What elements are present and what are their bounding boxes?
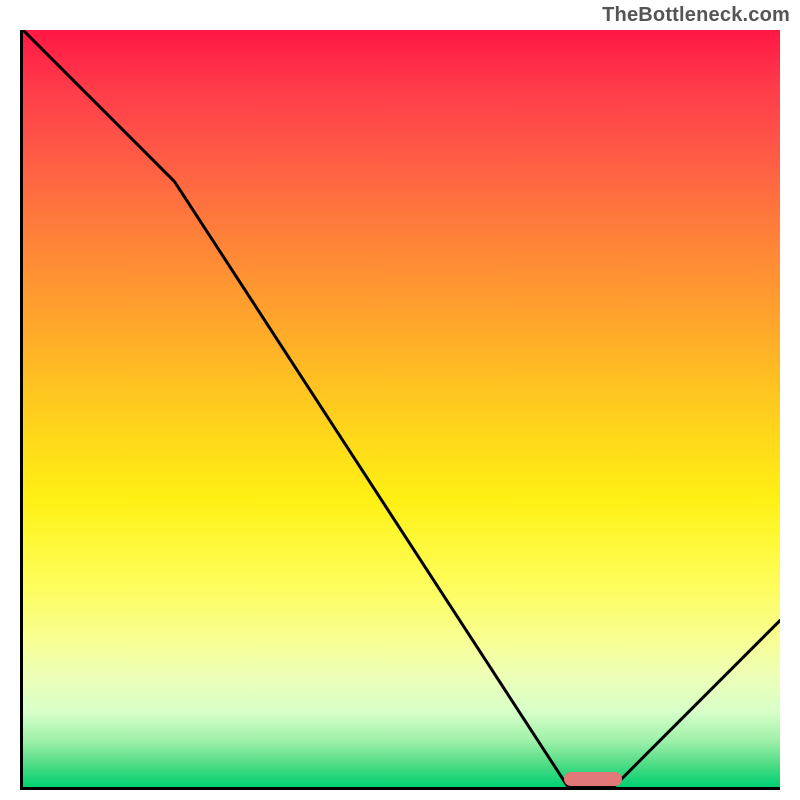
plot-area <box>20 30 780 790</box>
watermark-text: TheBottleneck.com <box>602 4 790 27</box>
optimal-marker <box>564 772 622 786</box>
gradient-background <box>23 30 780 787</box>
